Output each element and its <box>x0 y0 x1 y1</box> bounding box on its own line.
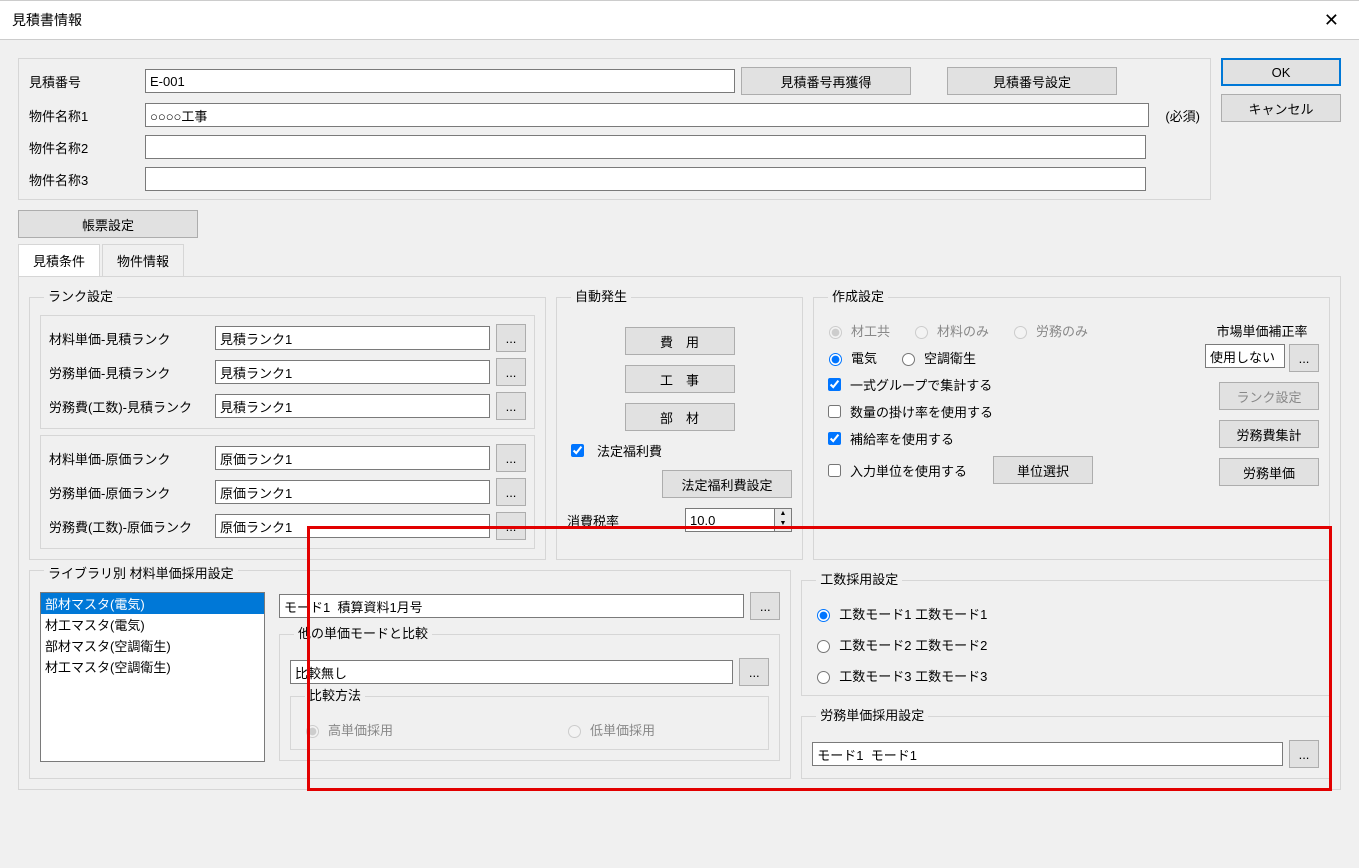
rank-input-5[interactable] <box>215 480 490 504</box>
low-radio <box>568 725 581 738</box>
property-name1-input[interactable] <box>145 103 1149 127</box>
chk-mult-label: 数量の掛け率を使用する <box>850 402 993 421</box>
opt-mat-label: 材料のみ <box>937 321 989 340</box>
price-mode-browse[interactable]: ... <box>750 592 780 620</box>
create-legend: 作成設定 <box>828 289 888 304</box>
rank-browse-5[interactable]: ... <box>496 478 526 506</box>
laborunit-legend: 労務単価採用設定 <box>816 708 928 723</box>
chk-supp[interactable] <box>828 432 841 445</box>
welfare-settings-button[interactable]: 法定福利費設定 <box>662 470 792 498</box>
opt-both-radio <box>829 326 842 339</box>
cancel-button[interactable]: キャンセル <box>1221 94 1341 122</box>
close-icon[interactable]: ✕ <box>1316 6 1347 35</box>
rank-input-2[interactable] <box>215 360 490 384</box>
library-listbox[interactable]: 部材マスタ(電気) 材工マスタ(電気) 部材マスタ(空調衛生) 材工マスタ(空調… <box>40 592 265 762</box>
mh1-label: 工数モード1 工数モード1 <box>839 604 987 623</box>
rank-browse-2[interactable]: ... <box>496 358 526 386</box>
list-item[interactable]: 部材マスタ(電気) <box>41 593 264 614</box>
rank-browse-3[interactable]: ... <box>496 392 526 420</box>
market-input[interactable] <box>1205 344 1285 368</box>
work-button[interactable]: 工 事 <box>625 365 735 393</box>
rank-input-4[interactable] <box>215 446 490 470</box>
mh3-label: 工数モード3 工数モード3 <box>839 666 987 685</box>
estimate-number-input[interactable] <box>145 69 735 93</box>
rank-label-5: 労務単価-原価ランク <box>49 483 209 502</box>
rank-label-2: 労務単価-見積ランク <box>49 363 209 382</box>
tax-spinner[interactable]: ▲▼ <box>775 508 792 532</box>
rank-settings-button: ランク設定 <box>1219 382 1319 410</box>
high-radio <box>306 725 319 738</box>
opt-hvac-label: 空調衛生 <box>924 348 976 367</box>
chk-unit-label: 入力単位を使用する <box>850 461 967 480</box>
chk-group[interactable] <box>828 378 841 391</box>
opt-mat-radio <box>915 326 928 339</box>
high-label: 高単価採用 <box>328 720 393 739</box>
rank-input-1[interactable] <box>215 326 490 350</box>
chk-supp-label: 補給率を使用する <box>850 429 954 448</box>
list-item[interactable]: 部材マスタ(空調衛生) <box>41 635 264 656</box>
parts-button[interactable]: 部 材 <box>625 403 735 431</box>
label-name2: 物件名称2 <box>29 138 139 157</box>
price-mode-input[interactable] <box>279 594 744 618</box>
mh3-radio[interactable] <box>817 671 830 684</box>
welfare-label: 法定福利費 <box>597 441 662 460</box>
form-settings-button[interactable]: 帳票設定 <box>18 210 198 238</box>
labor-mode-input[interactable] <box>812 742 1283 766</box>
list-item[interactable]: 材工マスタ(電気) <box>41 614 264 635</box>
rank-input-3[interactable] <box>215 394 490 418</box>
tab-property-info[interactable]: 物件情報 <box>102 244 184 276</box>
rank-browse-6[interactable]: ... <box>496 512 526 540</box>
list-item[interactable]: 材工マスタ(空調衛生) <box>41 656 264 677</box>
opt-elec-label: 電気 <box>851 348 877 367</box>
chk-unit[interactable] <box>828 464 841 477</box>
label-name1: 物件名称1 <box>29 106 139 125</box>
rank-label-3: 労務費(工数)-見積ランク <box>49 397 209 416</box>
property-name2-input[interactable] <box>145 135 1146 159</box>
mh1-radio[interactable] <box>817 609 830 622</box>
compare-browse[interactable]: ... <box>739 658 769 686</box>
mh2-label: 工数モード2 工数モード2 <box>839 635 987 654</box>
opt-lab-radio <box>1014 326 1027 339</box>
opt-lab-label: 労務のみ <box>1036 321 1088 340</box>
chk-mult[interactable] <box>828 405 841 418</box>
low-label: 低単価採用 <box>590 720 655 739</box>
lib-legend: ライブラリ別 材料単価採用設定 <box>44 566 238 581</box>
property-name3-input[interactable] <box>145 167 1146 191</box>
rank-label-4: 材料単価-原価ランク <box>49 449 209 468</box>
reacquire-button[interactable]: 見積番号再獲得 <box>741 67 911 95</box>
window-title: 見積書情報 <box>12 10 82 30</box>
compare-input[interactable] <box>290 660 733 684</box>
label-estno: 見積番号 <box>29 72 139 91</box>
chk-group-label: 一式グループで集計する <box>850 375 992 394</box>
opt-both-label: 材工共 <box>851 321 890 340</box>
compare-legend: 他の単価モードと比較 <box>294 626 432 641</box>
tab-estimate-conditions[interactable]: 見積条件 <box>18 244 100 276</box>
labor-mode-browse[interactable]: ... <box>1289 740 1319 768</box>
tax-input[interactable] <box>685 508 775 532</box>
market-label: 市場単価補正率 <box>1205 321 1319 340</box>
manhour-legend: 工数採用設定 <box>816 572 902 587</box>
unit-select-button[interactable]: 単位選択 <box>993 456 1093 484</box>
auto-legend: 自動発生 <box>571 289 631 304</box>
labor-aggregate-button[interactable]: 労務費集計 <box>1219 420 1319 448</box>
mh2-radio[interactable] <box>817 640 830 653</box>
opt-elec-radio[interactable] <box>829 353 842 366</box>
rank-browse-4[interactable]: ... <box>496 444 526 472</box>
tax-label: 消費税率 <box>567 511 619 530</box>
labor-unit-button[interactable]: 労務単価 <box>1219 458 1319 486</box>
required-label: (必須) <box>1165 106 1200 125</box>
opt-hvac-radio[interactable] <box>902 353 915 366</box>
cost-button[interactable]: 費 用 <box>625 327 735 355</box>
method-legend: 比較方法 <box>305 688 365 703</box>
welfare-checkbox[interactable] <box>571 444 584 457</box>
rank-label-1: 材料単価-見積ランク <box>49 329 209 348</box>
market-browse-button[interactable]: ... <box>1289 344 1319 372</box>
rank-browse-1[interactable]: ... <box>496 324 526 352</box>
rank-input-6[interactable] <box>215 514 490 538</box>
rank-legend: ランク設定 <box>44 289 117 304</box>
ok-button[interactable]: OK <box>1221 58 1341 86</box>
number-settings-button[interactable]: 見積番号設定 <box>947 67 1117 95</box>
rank-label-6: 労務費(工数)-原価ランク <box>49 517 209 536</box>
label-name3: 物件名称3 <box>29 170 139 189</box>
